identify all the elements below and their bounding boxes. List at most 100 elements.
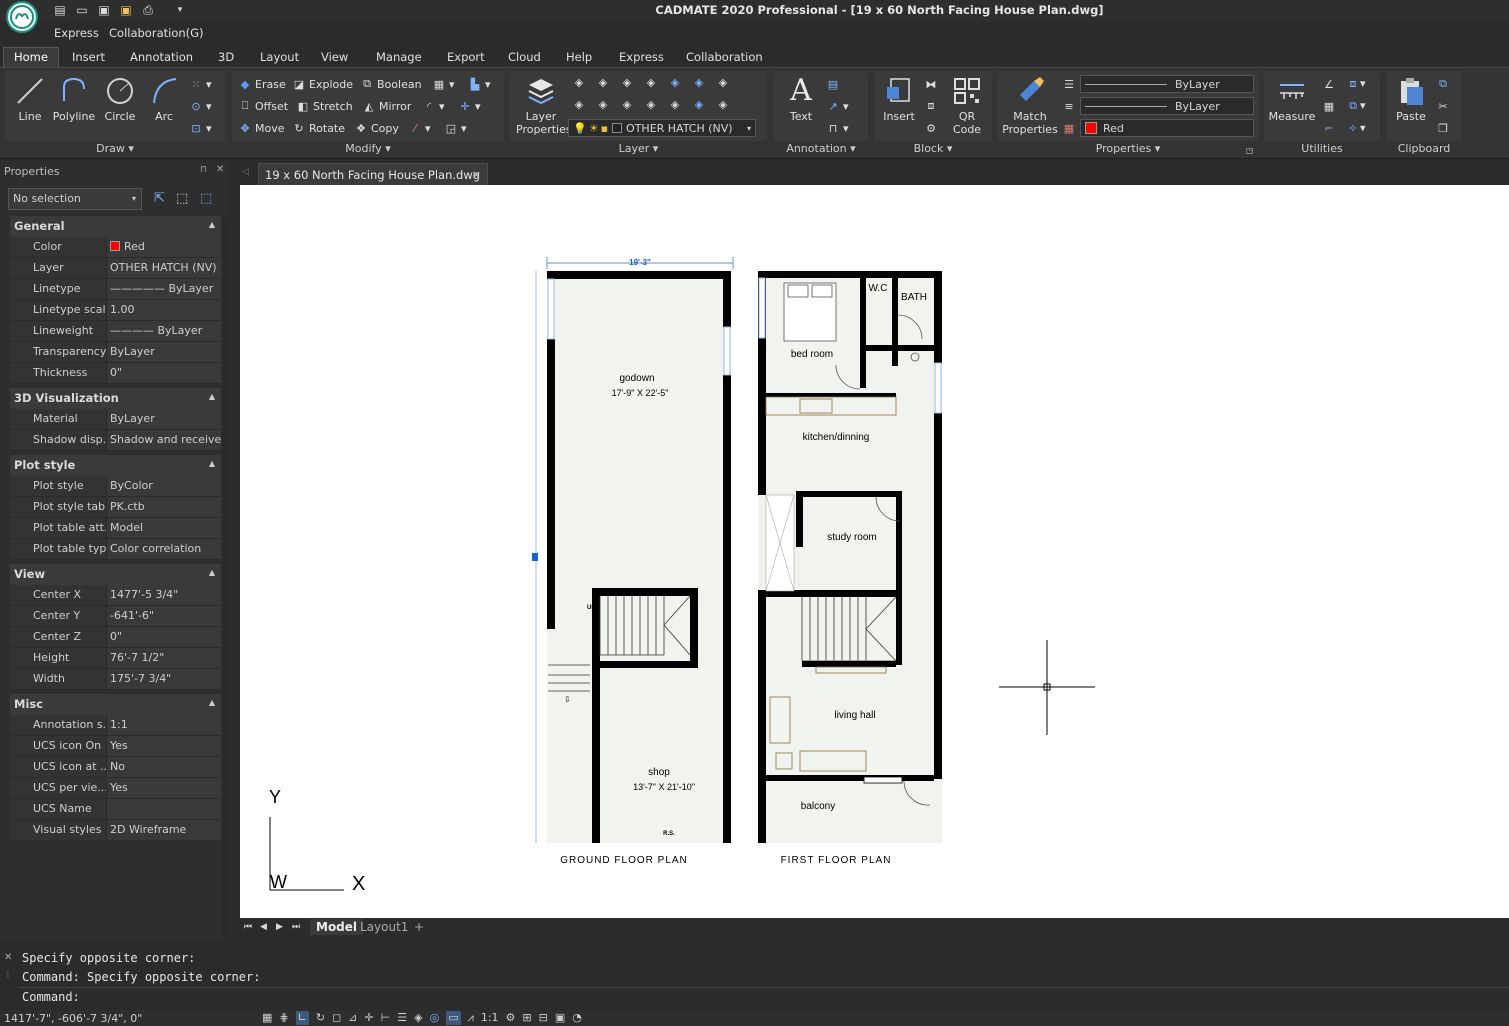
palette-scroll-track[interactable] bbox=[222, 217, 228, 937]
draw-panel-title[interactable]: Draw ▾ bbox=[5, 141, 225, 157]
dynamic-ucs-icon[interactable]: ⊢ bbox=[381, 1011, 391, 1025]
layer-properties-button[interactable]: Layer Properties bbox=[516, 75, 572, 136]
array-button[interactable]: ▦ ▾ bbox=[432, 77, 455, 91]
pin-icon[interactable]: ⊓ bbox=[200, 165, 207, 175]
layer-tool-14-icon[interactable]: ◈ bbox=[716, 97, 730, 111]
quick-select-button[interactable]: ⧈ ▾ bbox=[1346, 77, 1366, 91]
block-attribute-icon[interactable]: ⚙ bbox=[924, 121, 938, 135]
boolean-button[interactable]: ⧉ Boolean bbox=[360, 77, 421, 91]
section-header-2[interactable]: Plot style bbox=[10, 455, 221, 476]
layer-tool-4-icon[interactable]: ◈ bbox=[644, 75, 658, 89]
text-button[interactable]: A Text bbox=[778, 75, 824, 124]
measure-button[interactable]: Measure bbox=[1266, 75, 1318, 123]
rotate-button[interactable]: ↻ Rotate bbox=[292, 121, 345, 135]
document-tab[interactable]: 19 x 60 North Facing House Plan.dwg ✕ bbox=[258, 163, 488, 185]
layer-tool-6-icon[interactable]: ◈ bbox=[692, 75, 706, 89]
property-row[interactable]: Height 76'-7 1/2" bbox=[10, 648, 221, 669]
layer-tool-1-icon[interactable]: ◈ bbox=[572, 75, 586, 89]
quick-properties-icon[interactable]: ◎ bbox=[430, 1011, 440, 1025]
layer-tool-10-icon[interactable]: ◈ bbox=[620, 97, 634, 111]
select-similar-button[interactable]: ⧉ ▾ bbox=[1346, 99, 1365, 113]
property-row[interactable]: Plot style table PK.ctb bbox=[10, 497, 221, 518]
property-value[interactable]: Red bbox=[106, 237, 221, 257]
property-row[interactable]: Width 175'-7 3/4" bbox=[10, 669, 221, 690]
tab-collaboration[interactable]: Collaboration bbox=[676, 48, 773, 68]
close-tab-icon[interactable]: ✕ bbox=[471, 168, 481, 182]
command-options-icon[interactable]: ⋮ bbox=[4, 970, 12, 979]
tab-help[interactable]: Help bbox=[556, 48, 602, 68]
table-button[interactable]: ▤ bbox=[826, 77, 840, 91]
property-value[interactable]: 0" bbox=[106, 627, 221, 647]
drawing-canvas[interactable]: 19'-3" UP ⇩ godown 17'-9" X 22'-5" shop … bbox=[240, 185, 1509, 918]
property-row[interactable]: Center X 1477'-5 3/4" bbox=[10, 585, 221, 606]
property-row[interactable]: Annotation s... 1:1 bbox=[10, 715, 221, 736]
property-value[interactable]: -641'-6" bbox=[106, 606, 221, 626]
layer-tool-9-icon[interactable]: ◈ bbox=[596, 97, 610, 111]
property-value[interactable]: OTHER HATCH (NV) bbox=[106, 258, 221, 278]
properties-ribbon-title[interactable]: Properties ▾ bbox=[998, 141, 1258, 157]
grid-display-icon[interactable]: ▦ bbox=[262, 1011, 272, 1025]
lineweight-dropdown[interactable]: ByLayer bbox=[1080, 97, 1254, 115]
ucs-icon[interactable]: ⌐ bbox=[1322, 121, 1336, 135]
section-header-4[interactable]: Misc bbox=[10, 694, 221, 715]
toggle-pickadd-icon[interactable]: ⬚ bbox=[200, 191, 212, 206]
leader-button[interactable]: ↗ ▾ bbox=[826, 99, 848, 113]
insert-block-button[interactable]: Insert bbox=[876, 75, 922, 123]
quick-select-panel-icon[interactable]: ⬚ bbox=[176, 191, 188, 206]
property-value[interactable]: 76'-7 1/2" bbox=[106, 648, 221, 668]
property-value[interactable]: ByLayer bbox=[106, 342, 221, 362]
property-row[interactable]: Linetype ————— ByLayer bbox=[10, 279, 221, 300]
menu-express[interactable]: Express bbox=[54, 26, 99, 40]
angle-icon[interactable]: ∠ bbox=[1322, 77, 1336, 91]
draw-more-3[interactable]: ⊡ ▾ bbox=[189, 121, 211, 135]
explode-button[interactable]: ◪ Explode bbox=[292, 77, 353, 91]
add-layout-tab[interactable]: + bbox=[414, 920, 424, 934]
copy-button[interactable]: ❖ Copy bbox=[354, 121, 399, 135]
dialog-launcher-icon[interactable]: ◳ bbox=[1246, 146, 1254, 155]
align-button[interactable]: ▙ ▾ bbox=[468, 77, 491, 91]
annotation-scale-value[interactable]: 1:1 bbox=[481, 1011, 499, 1025]
utilities-panel-title[interactable]: Utilities bbox=[1264, 141, 1380, 157]
object-snap-icon[interactable]: ⊿ bbox=[348, 1011, 357, 1025]
select-filter-button[interactable]: ✧ ▾ bbox=[1346, 121, 1365, 135]
copy-base-icon[interactable]: ❐ bbox=[1436, 121, 1450, 135]
property-value[interactable]: No bbox=[106, 757, 221, 777]
tab-layout[interactable]: Layout bbox=[250, 48, 309, 68]
property-row[interactable]: UCS per vie... Yes bbox=[10, 778, 221, 799]
property-value[interactable]: 0" bbox=[106, 363, 221, 383]
customize-status-icon[interactable]: ◔ bbox=[572, 1011, 582, 1025]
property-row[interactable]: UCS Name bbox=[10, 799, 221, 820]
tab-insert[interactable]: Insert bbox=[62, 48, 115, 68]
layer-tool-12-icon[interactable]: ◈ bbox=[668, 97, 682, 111]
mirror-button[interactable]: ◭ Mirror bbox=[362, 99, 412, 113]
property-value[interactable]: PK.ctb bbox=[106, 497, 221, 517]
app-logo-button[interactable] bbox=[6, 1, 38, 33]
section-header-1[interactable]: 3D Visualization bbox=[10, 388, 221, 409]
hardware-accel-icon[interactable]: ▣ bbox=[555, 1011, 565, 1025]
property-row[interactable]: Center Y -641'-6" bbox=[10, 606, 221, 627]
select-objects-icon[interactable]: ⇱ bbox=[154, 191, 165, 206]
property-value[interactable]: ————— ByLayer bbox=[106, 279, 221, 299]
fillet-button[interactable]: ◜ ▾ bbox=[422, 99, 445, 113]
polar-tracking-icon[interactable]: ↻ bbox=[316, 1011, 325, 1025]
tab-export[interactable]: Export bbox=[437, 48, 495, 68]
linetype-dropdown[interactable]: ByLayer bbox=[1080, 75, 1254, 93]
cut-scissors-icon[interactable]: ✂ bbox=[1436, 99, 1450, 113]
property-row[interactable]: Lineweight ———— ByLayer bbox=[10, 321, 221, 342]
layout1-tab[interactable]: Layout1 bbox=[360, 920, 408, 934]
prev-tab-icon[interactable]: ◀ bbox=[260, 922, 267, 932]
tab-home[interactable]: Home bbox=[3, 47, 59, 67]
property-value[interactable]: 1.00 bbox=[106, 300, 221, 320]
property-row[interactable]: Shadow disp... Shadow and receive ... bbox=[10, 430, 221, 451]
next-tab-icon[interactable]: ▶ bbox=[276, 922, 283, 932]
tab-annotation[interactable]: Annotation bbox=[120, 48, 203, 68]
property-value[interactable]: Model bbox=[106, 518, 221, 538]
arc-button[interactable]: Arc bbox=[141, 75, 187, 123]
tab-view[interactable]: View bbox=[311, 48, 358, 68]
offset-button[interactable]: ⎕ Offset bbox=[238, 99, 288, 113]
modify-panel-title[interactable]: Modify ▾ bbox=[232, 141, 504, 157]
first-tab-icon[interactable]: ⏮ bbox=[244, 922, 252, 932]
lock-ui-icon[interactable]: ⊞ bbox=[522, 1011, 531, 1025]
property-value[interactable]: 1:1 bbox=[106, 715, 221, 735]
layer-tool-2-icon[interactable]: ◈ bbox=[596, 75, 610, 89]
